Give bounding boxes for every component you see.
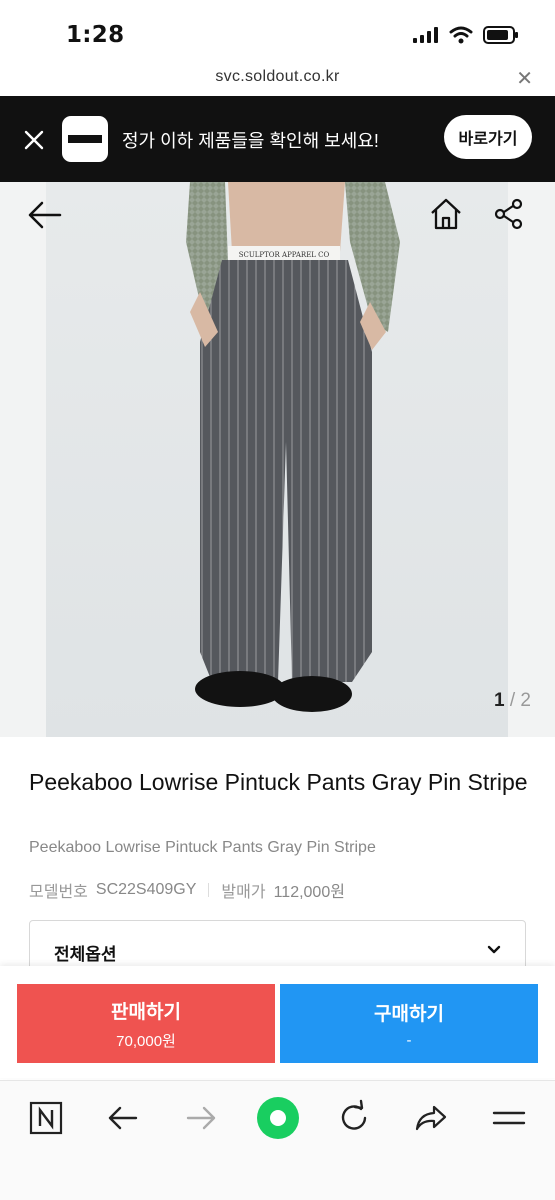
product-photo: SCULPTOR APPAREL CO bbox=[186, 182, 400, 712]
chevron-down-icon bbox=[487, 945, 501, 954]
release-price-label: 발매가 bbox=[221, 884, 266, 901]
image-counter-total: 2 bbox=[520, 690, 531, 711]
close-icon[interactable]: ✕ bbox=[516, 66, 533, 91]
status-icons bbox=[413, 26, 519, 44]
sell-button[interactable]: 판매하기 70,000원 bbox=[17, 984, 275, 1063]
image-counter: 1 / 2 bbox=[494, 690, 531, 712]
sell-button-price: 70,000원 bbox=[116, 1032, 176, 1050]
battery-icon bbox=[483, 26, 518, 44]
banner-message: 정가 이하 제품들을 확인해 보세요! bbox=[122, 131, 379, 151]
forward-arrow-icon[interactable] bbox=[182, 1099, 220, 1137]
refresh-icon[interactable] bbox=[335, 1099, 373, 1137]
model-number-label: 모델번호 bbox=[29, 884, 88, 901]
product-meta: 모델번호 SC22S409GY 발매가 112,000원 bbox=[29, 878, 345, 902]
naver-icon[interactable] bbox=[27, 1099, 65, 1137]
options-label: 전체옵션 bbox=[54, 945, 117, 964]
product-title: Peekaboo Lowrise Pintuck Pants Gray Pin … bbox=[29, 769, 528, 795]
action-bar: 판매하기 70,000원 구매하기 - bbox=[0, 966, 555, 1078]
browser-toolbar bbox=[0, 1080, 555, 1200]
signal-icon bbox=[413, 27, 438, 43]
banner-close-icon[interactable] bbox=[20, 126, 48, 154]
status-bar: 1:28 bbox=[0, 0, 555, 64]
wifi-icon bbox=[449, 26, 473, 44]
product-subtitle: Peekaboo Lowrise Pintuck Pants Gray Pin … bbox=[29, 839, 376, 856]
svg-text:SCULPTOR APPAREL CO: SCULPTOR APPAREL CO bbox=[239, 251, 330, 259]
naver-green-button-icon[interactable] bbox=[255, 1095, 301, 1141]
buy-button[interactable]: 구매하기 - bbox=[280, 984, 538, 1063]
sell-button-label: 판매하기 bbox=[111, 1001, 181, 1023]
meta-divider bbox=[208, 883, 210, 897]
url-text[interactable]: svc.soldout.co.kr bbox=[0, 68, 555, 86]
back-arrow-icon[interactable] bbox=[104, 1099, 142, 1137]
back-arrow-icon[interactable] bbox=[26, 200, 62, 230]
soldout-logo bbox=[62, 116, 108, 162]
buy-button-label: 구매하기 bbox=[374, 1003, 444, 1025]
menu-icon[interactable] bbox=[490, 1099, 528, 1137]
share-arrow-icon[interactable] bbox=[412, 1099, 450, 1137]
promo-banner: 정가 이하 제품들을 확인해 보세요! 바로가기 bbox=[0, 96, 555, 182]
release-price-value: 112,000원 bbox=[273, 884, 345, 901]
image-counter-current: 1 bbox=[494, 690, 505, 711]
product-image[interactable]: SCULPTOR APPAREL CO 1 / 2 bbox=[0, 182, 555, 737]
banner-go-button[interactable]: 바로가기 bbox=[444, 115, 532, 159]
image-counter-separator: / bbox=[504, 690, 521, 711]
home-icon[interactable] bbox=[428, 196, 464, 232]
buy-button-price: - bbox=[406, 1031, 412, 1049]
share-icon[interactable] bbox=[494, 198, 524, 230]
url-bar[interactable]: svc.soldout.co.kr ✕ bbox=[0, 64, 555, 96]
model-number-value: SC22S409GY bbox=[95, 881, 197, 898]
status-time: 1:28 bbox=[66, 22, 125, 48]
